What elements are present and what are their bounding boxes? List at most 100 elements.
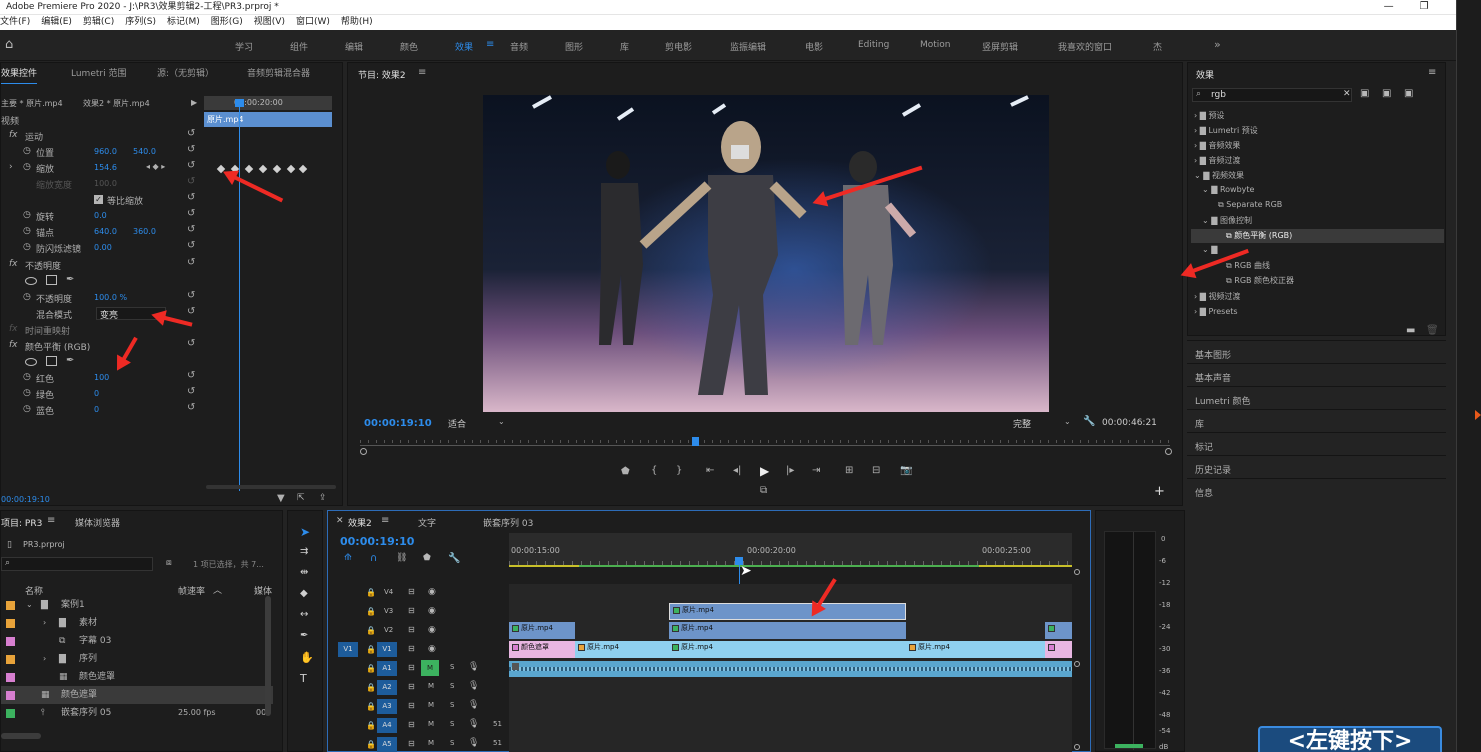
panel-menu-icon[interactable]: ≡ xyxy=(1428,67,1436,78)
expand-arrow-icon[interactable] xyxy=(1475,410,1481,420)
yuv-effects-icon[interactable]: ▣ xyxy=(1404,88,1413,99)
play-icon[interactable]: ▶ xyxy=(760,464,769,478)
track-label-v2[interactable]: V2 xyxy=(384,626,393,634)
workspace-editing[interactable]: 编辑 xyxy=(345,40,363,53)
reset-icon[interactable]: ↺ xyxy=(187,176,195,187)
reset-icon[interactable]: ↺ xyxy=(187,306,195,317)
rectangle-mask-icon[interactable] xyxy=(46,356,57,366)
solo-button[interactable]: S xyxy=(450,663,454,671)
reset-icon[interactable]: ↺ xyxy=(187,208,195,219)
video-frame[interactable] xyxy=(483,95,1049,412)
scroll-handle-right[interactable] xyxy=(1165,448,1172,455)
sync-lock-icon[interactable]: ⊟ xyxy=(408,625,415,634)
solo-button[interactable]: S xyxy=(450,739,454,747)
clip-v1[interactable]: 原片.mp4 xyxy=(906,641,1045,658)
effects-panel-title[interactable]: 效果 xyxy=(1196,68,1214,81)
snap-icon[interactable]: ∩ xyxy=(370,553,377,564)
opacity-group-label[interactable]: 不透明度 xyxy=(25,259,61,272)
menu-window[interactable]: 窗口(W) xyxy=(296,15,330,30)
panel-info[interactable]: 信息 xyxy=(1195,486,1213,499)
lock-icon[interactable]: 🔒 xyxy=(366,721,376,730)
tab-lumetri-scopes[interactable]: Lumetri 范围 xyxy=(71,65,126,83)
sequence-clip-label[interactable]: 效果2 * 原片.mp4 xyxy=(83,98,150,109)
maximize-button[interactable]: ❐ xyxy=(1420,0,1429,14)
stopwatch-icon[interactable]: ◷ xyxy=(23,292,31,302)
ec-playhead-handle[interactable] xyxy=(235,99,244,107)
sync-lock-icon[interactable]: ⊟ xyxy=(408,587,415,596)
workspace-assembly[interactable]: 组件 xyxy=(290,40,308,53)
panel-menu-icon[interactable]: ≡ xyxy=(47,515,55,526)
track-select-tool-icon[interactable]: ⇉ xyxy=(300,546,308,557)
solo-button[interactable]: S xyxy=(450,701,454,709)
lock-icon[interactable]: 🔒 xyxy=(366,683,376,692)
scrollbar[interactable] xyxy=(265,596,271,716)
horizontal-scrollbar[interactable] xyxy=(1,733,41,739)
list-item[interactable]: ▦ 颜色遮罩 xyxy=(1,668,273,686)
mic-icon[interactable]: 🎙 xyxy=(468,662,479,672)
extract-icon[interactable]: ⊟ xyxy=(872,465,880,476)
sync-lock-icon[interactable]: ⊟ xyxy=(408,606,415,615)
reset-icon[interactable]: ↺ xyxy=(187,338,195,349)
antiflicker-value[interactable]: 0.00 xyxy=(94,243,112,252)
lock-icon[interactable]: 🔒 xyxy=(366,607,376,616)
tree-item-presets[interactable]: › ▇ 预设 xyxy=(1194,110,1224,121)
track-label-v4[interactable]: V4 xyxy=(384,588,393,596)
time-remap-label[interactable]: 时间重映射 xyxy=(25,324,70,337)
step-back-icon[interactable]: ◂| xyxy=(733,465,741,476)
tree-item-color-correction[interactable]: ⌄ ▇ xyxy=(1202,245,1217,254)
clip-v1[interactable]: 原片.mp4 xyxy=(669,641,906,658)
reset-icon[interactable]: ↺ xyxy=(187,257,195,268)
track-label-v3[interactable]: V3 xyxy=(384,607,393,615)
lock-icon[interactable]: 🔒 xyxy=(366,702,376,711)
green-value[interactable]: 0 xyxy=(94,389,99,398)
stopwatch-icon[interactable]: ◷ xyxy=(23,388,31,398)
sync-lock-icon[interactable]: ⊟ xyxy=(408,682,415,691)
workspace-vertical[interactable]: 竖屏剪辑 xyxy=(982,40,1018,53)
mute-button[interactable]: M xyxy=(428,701,434,709)
program-monitor-title[interactable]: 节目: 效果2 xyxy=(358,68,406,81)
stopwatch-icon[interactable]: ◷ xyxy=(23,146,31,156)
keyframe-nav-icon[interactable]: ◂ ◆ ▸ xyxy=(146,162,165,171)
reset-icon[interactable]: ↺ xyxy=(187,192,195,203)
mark-out-icon[interactable]: } xyxy=(676,465,682,476)
workspace-favorite[interactable]: 我喜欢的窗口 xyxy=(1058,40,1112,53)
master-clip-label[interactable]: 主要 * 原片.mp4 xyxy=(1,98,63,109)
go-to-in-icon[interactable]: ⇤ xyxy=(706,465,714,476)
panel-markers[interactable]: 标记 xyxy=(1195,440,1213,453)
razor-tool-icon[interactable]: ◆ xyxy=(300,588,308,599)
tree-item-image-control[interactable]: ⌄ ▇ 图像控制 xyxy=(1202,215,1252,226)
ec-clip-bar[interactable]: 原片.mp4 xyxy=(204,112,332,127)
export-icon[interactable]: ⇱ xyxy=(297,493,305,503)
clip-v1[interactable]: 原片.mp4 xyxy=(575,641,669,658)
close-tab-icon[interactable]: ✕ xyxy=(336,516,344,526)
list-item[interactable]: ▦ 颜色遮罩 xyxy=(1,686,273,704)
track-label-v1[interactable]: V1 xyxy=(377,642,397,657)
eye-icon[interactable]: ◉ xyxy=(428,587,436,597)
tree-item-rowbyte[interactable]: ⌄ ▇ Rowbyte xyxy=(1202,185,1254,194)
eye-icon[interactable]: ◉ xyxy=(428,644,436,654)
workspace-more-icon[interactable]: » xyxy=(1214,38,1221,51)
list-item[interactable]: ⌄ ▇ 案例1 xyxy=(1,596,273,614)
stopwatch-active-icon[interactable]: ◷ xyxy=(23,162,31,172)
selection-tool-icon[interactable]: ➤ xyxy=(300,525,310,539)
tree-item-rgb-curves[interactable]: ⧉ RGB 曲线 xyxy=(1226,260,1270,271)
workspace-audio[interactable]: 音频 xyxy=(510,40,528,53)
mic-icon[interactable]: 🎙 xyxy=(468,738,479,748)
menu-file[interactable]: 文件(F) xyxy=(0,15,30,30)
sync-lock-icon[interactable]: ⊟ xyxy=(408,644,415,653)
list-item[interactable]: › ▇ 素材 xyxy=(1,614,273,632)
panel-menu-icon[interactable]: ≡ xyxy=(381,515,389,526)
mute-button-a1[interactable]: M xyxy=(421,660,439,676)
mute-button[interactable]: M xyxy=(428,739,434,747)
ec-playhead[interactable] xyxy=(239,99,240,491)
tab-media-browser[interactable]: 媒体浏览器 xyxy=(75,516,120,529)
panel-essential-sound[interactable]: 基本声音 xyxy=(1195,371,1231,384)
solo-button[interactable]: S xyxy=(450,682,454,690)
track-label-a3[interactable]: A3 xyxy=(377,699,397,714)
clip-v2[interactable] xyxy=(1045,622,1072,639)
program-playhead[interactable] xyxy=(692,437,699,446)
timeline-current-time[interactable]: 00:00:19:10 xyxy=(340,535,414,548)
menu-graphics[interactable]: 图形(G) xyxy=(211,15,243,30)
reset-icon[interactable]: ↺ xyxy=(187,402,195,413)
tab-sequence-nested[interactable]: 嵌套序列 03 xyxy=(483,516,533,529)
